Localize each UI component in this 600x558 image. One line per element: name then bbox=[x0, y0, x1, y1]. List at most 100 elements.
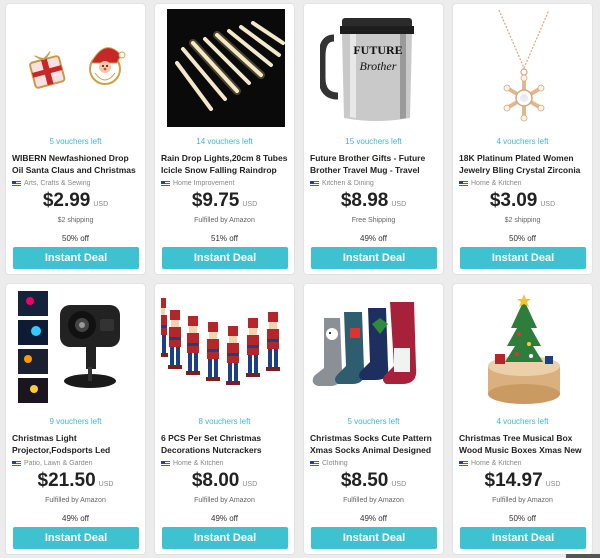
price-row: $8.00 USD bbox=[155, 470, 294, 492]
us-flag-icon bbox=[459, 460, 468, 467]
category: Home Improvement bbox=[161, 180, 290, 187]
vouchers-left: 8 vouchers left bbox=[198, 417, 251, 426]
us-flag-icon bbox=[12, 460, 21, 467]
vouchers-left: 15 vouchers left bbox=[345, 137, 402, 146]
deal-card[interactable]: 9 vouchers left Christmas Light Projecto… bbox=[5, 283, 146, 555]
deal-card[interactable]: 5 vouchers left Christmas Socks Cute Pat… bbox=[303, 283, 444, 555]
price-row: $3.09 USD bbox=[453, 190, 592, 212]
travel-mug-icon[interactable]: FUTURE Brother bbox=[304, 4, 443, 132]
category: Arts, Crafts & Sewing bbox=[12, 180, 141, 187]
vouchers-left: 4 vouchers left bbox=[496, 417, 549, 426]
price-row: $9.75 USD bbox=[155, 190, 294, 212]
shipping-info: Fulfilled by Amazon bbox=[194, 497, 255, 504]
price-row: $14.97 USD bbox=[453, 470, 592, 492]
product-title[interactable]: Future Brother Gifts - Future Brother Tr… bbox=[310, 152, 439, 176]
currency: USD bbox=[545, 481, 561, 488]
deals-grid: 5 vouchers left WIBERN Newfashioned Drop… bbox=[5, 3, 593, 555]
discount: 51% off bbox=[211, 234, 238, 243]
vouchers-left: 5 vouchers left bbox=[347, 417, 400, 426]
product-title[interactable]: Christmas Tree Musical Box Wood Music Bo… bbox=[459, 432, 588, 456]
raindrop-lights-icon[interactable] bbox=[155, 4, 294, 132]
shipping-info: $2 shipping bbox=[504, 217, 541, 224]
discount: 50% off bbox=[509, 234, 536, 243]
instant-deal-button[interactable]: Instant Deal bbox=[311, 527, 437, 549]
instant-deal-button[interactable]: Instant Deal bbox=[311, 247, 437, 269]
discount: 50% off bbox=[62, 234, 89, 243]
price: $3.09 bbox=[489, 190, 538, 211]
santa-gift-earrings-icon[interactable] bbox=[6, 4, 145, 132]
category: Home & Kitchen bbox=[161, 460, 290, 467]
price-row: $8.98 USD bbox=[304, 190, 443, 212]
currency: USD bbox=[391, 201, 407, 208]
currency: USD bbox=[98, 481, 114, 488]
vouchers-left: 9 vouchers left bbox=[49, 417, 102, 426]
price: $21.50 bbox=[37, 470, 96, 491]
instant-deal-button[interactable]: Instant Deal bbox=[460, 247, 586, 269]
discount: 49% off bbox=[360, 514, 387, 523]
music-box-icon[interactable] bbox=[453, 284, 592, 412]
shipping-info: Fulfilled by Amazon bbox=[45, 497, 106, 504]
price: $8.00 bbox=[191, 470, 240, 491]
price: $14.97 bbox=[484, 470, 543, 491]
scroll-indicator bbox=[566, 554, 600, 558]
shipping-info: Free Shipping bbox=[351, 217, 396, 224]
currency: USD bbox=[391, 481, 407, 488]
shipping-info: Fulfilled by Amazon bbox=[492, 497, 553, 504]
shipping-info: Fulfilled by Amazon bbox=[343, 497, 404, 504]
deal-card[interactable]: 4 vouchers left Christmas Tree Musical B… bbox=[452, 283, 593, 555]
currency: USD bbox=[540, 201, 556, 208]
product-title[interactable]: Rain Drop Lights,20cm 8 Tubes Icicle Sno… bbox=[161, 152, 290, 176]
light-projector-icon[interactable] bbox=[6, 284, 145, 412]
price: $8.98 bbox=[340, 190, 389, 211]
us-flag-icon bbox=[310, 180, 319, 187]
deal-card[interactable]: FUTURE Brother 15 vouchers left Future B… bbox=[303, 3, 444, 275]
deal-card[interactable]: 4 vouchers left 18K Platinum Plated Wome… bbox=[452, 3, 593, 275]
vouchers-left: 14 vouchers left bbox=[196, 137, 253, 146]
vouchers-left: 5 vouchers left bbox=[49, 137, 102, 146]
instant-deal-button[interactable]: Instant Deal bbox=[162, 527, 288, 549]
product-title[interactable]: 18K Platinum Plated Women Jewelry Bling … bbox=[459, 152, 588, 176]
discount: 49% off bbox=[211, 514, 238, 523]
shipping-info: $2 shipping bbox=[57, 217, 94, 224]
category: Home & Kitchen bbox=[459, 180, 588, 187]
shipping-info: Fulfilled by Amazon bbox=[194, 217, 255, 224]
currency: USD bbox=[242, 481, 258, 488]
category: Home & Kitchen bbox=[459, 460, 588, 467]
vouchers-left: 4 vouchers left bbox=[496, 137, 549, 146]
discount: 50% off bbox=[509, 514, 536, 523]
us-flag-icon bbox=[12, 180, 21, 187]
nutcrackers-icon[interactable] bbox=[155, 284, 294, 412]
product-title[interactable]: 6 PCS Per Set Christmas Decorations Nutc… bbox=[161, 432, 290, 456]
price-row: $8.50 USD bbox=[304, 470, 443, 492]
us-flag-icon bbox=[161, 180, 170, 187]
category: Patio, Lawn & Garden bbox=[12, 460, 141, 467]
deal-card[interactable]: 14 vouchers left Rain Drop Lights,20cm 8… bbox=[154, 3, 295, 275]
us-flag-icon bbox=[310, 460, 319, 467]
instant-deal-button[interactable]: Instant Deal bbox=[13, 527, 139, 549]
instant-deal-button[interactable]: Instant Deal bbox=[162, 247, 288, 269]
instant-deal-button[interactable]: Instant Deal bbox=[13, 247, 139, 269]
discount: 49% off bbox=[360, 234, 387, 243]
price: $2.99 bbox=[42, 190, 91, 211]
us-flag-icon bbox=[459, 180, 468, 187]
category: Kitchen & Dining bbox=[310, 180, 439, 187]
deal-card[interactable]: 8 vouchers left 6 PCS Per Set Christmas … bbox=[154, 283, 295, 555]
snowflake-necklace-icon[interactable] bbox=[453, 4, 592, 132]
mug-text-line1: FUTURE bbox=[353, 43, 402, 57]
deal-card[interactable]: 5 vouchers left WIBERN Newfashioned Drop… bbox=[5, 3, 146, 275]
price: $9.75 bbox=[191, 190, 240, 211]
currency: USD bbox=[93, 201, 109, 208]
price-row: $2.99 USD bbox=[6, 190, 145, 212]
product-title[interactable]: Christmas Socks Cute Pattern Xmas Socks … bbox=[310, 432, 439, 456]
product-title[interactable]: WIBERN Newfashioned Drop Oil Santa Claus… bbox=[12, 152, 141, 176]
us-flag-icon bbox=[161, 460, 170, 467]
currency: USD bbox=[242, 201, 258, 208]
product-title[interactable]: Christmas Light Projector,Fodsports Led bbox=[12, 432, 141, 456]
discount: 49% off bbox=[62, 514, 89, 523]
mug-text-line2: Brother bbox=[359, 59, 396, 73]
price: $8.50 bbox=[340, 470, 389, 491]
instant-deal-button[interactable]: Instant Deal bbox=[460, 527, 586, 549]
price-row: $21.50 USD bbox=[6, 470, 145, 492]
category: Clothing bbox=[310, 460, 439, 467]
christmas-socks-icon[interactable] bbox=[304, 284, 443, 412]
